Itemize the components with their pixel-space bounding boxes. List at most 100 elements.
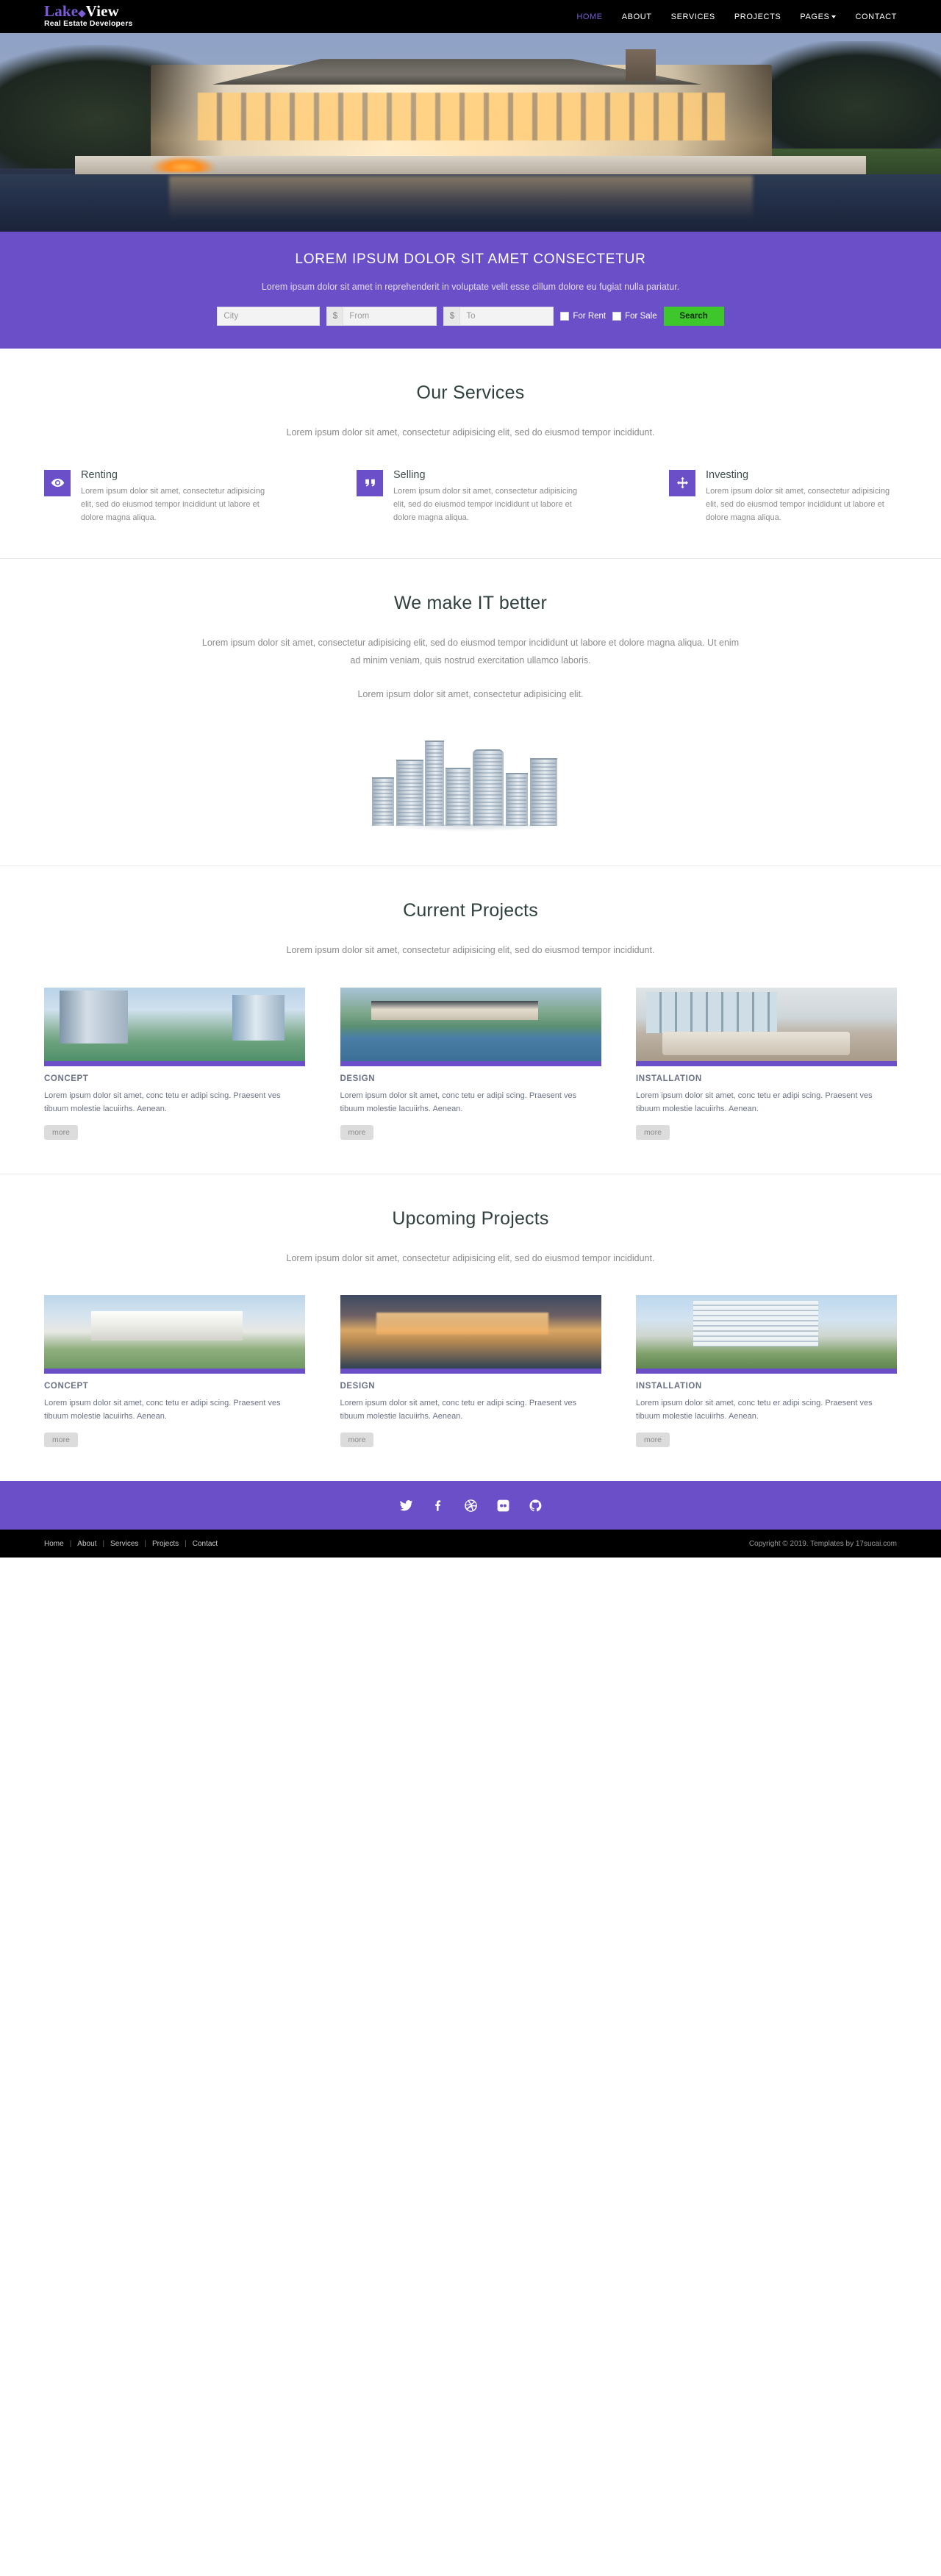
project-card[interactable]: INSTALLATION Lorem ipsum dolor sit amet,… bbox=[636, 988, 897, 1140]
about-title: We make IT better bbox=[393, 593, 548, 614]
project-accent-bar bbox=[636, 1061, 897, 1067]
city-skyline-image bbox=[368, 725, 573, 832]
project-title: DESIGN bbox=[340, 1074, 376, 1084]
checkbox-box-rent[interactable] bbox=[560, 312, 570, 321]
project-accent-bar bbox=[636, 1369, 897, 1374]
banner-headline: LOREM IPSUM DOLOR SIT AMET CONSECTETUR bbox=[295, 251, 646, 267]
project-title: DESIGN bbox=[340, 1382, 376, 1391]
services-list: Renting Lorem ipsum dolor sit amet, cons… bbox=[44, 468, 897, 524]
for-rent-label: For Rent bbox=[573, 312, 607, 321]
move-arrows-icon bbox=[669, 469, 695, 496]
checkbox-box-sale[interactable] bbox=[612, 312, 622, 321]
footer-separator: | bbox=[144, 1539, 147, 1548]
building-6 bbox=[505, 772, 529, 827]
footer-link-about[interactable]: About bbox=[77, 1540, 96, 1548]
footer-navigation: Home | About | Services | Projects | Con… bbox=[44, 1540, 218, 1548]
about-section: We make IT better Lorem ipsum dolor sit … bbox=[0, 559, 941, 866]
project-title: CONCEPT bbox=[44, 1074, 89, 1084]
quote-icon bbox=[357, 469, 383, 496]
currency-prefix-to: $ bbox=[443, 307, 460, 326]
project-more-button[interactable]: more bbox=[340, 1124, 374, 1140]
nav-item-pages[interactable]: PAGES bbox=[800, 12, 837, 21]
nav-item-contact[interactable]: CONTACT bbox=[855, 13, 897, 21]
footer-separator: | bbox=[102, 1539, 105, 1548]
project-text: Lorem ipsum dolor sit amet, conc tetu er… bbox=[340, 1091, 577, 1113]
hero-chimney bbox=[626, 49, 656, 81]
about-paragraph-1: Lorem ipsum dolor sit amet, consectetur … bbox=[201, 638, 740, 666]
current-projects-title: Current Projects bbox=[403, 900, 538, 921]
project-title: INSTALLATION bbox=[636, 1382, 702, 1391]
current-projects-lead: Lorem ipsum dolor sit amet, consectetur … bbox=[286, 945, 655, 956]
current-projects-section: Current Projects Lorem ipsum dolor sit a… bbox=[0, 866, 941, 1173]
footer-bar: Home | About | Services | Projects | Con… bbox=[0, 1530, 941, 1558]
project-more-button[interactable]: more bbox=[636, 1124, 670, 1140]
social-links-bar bbox=[0, 1481, 941, 1530]
site-logo[interactable]: Lake◆View Real Estate Developers bbox=[44, 4, 133, 29]
footer-link-services[interactable]: Services bbox=[110, 1540, 138, 1548]
service-title-renting: Renting bbox=[81, 468, 118, 481]
logo-tagline: Real Estate Developers bbox=[44, 19, 133, 29]
for-sale-checkbox[interactable]: For Sale bbox=[612, 307, 657, 326]
project-card[interactable]: DESIGN Lorem ipsum dolor sit amet, conc … bbox=[340, 988, 601, 1140]
service-title-investing: Investing bbox=[706, 468, 749, 481]
logo-diamond-icon: ◆ bbox=[78, 7, 86, 19]
service-title-selling: Selling bbox=[393, 468, 426, 481]
project-card[interactable]: DESIGN Lorem ipsum dolor sit amet, conc … bbox=[340, 1295, 601, 1448]
flickr-icon[interactable] bbox=[495, 1497, 511, 1513]
nav-item-projects[interactable]: PROJECTS bbox=[734, 13, 781, 21]
upcoming-projects-cards: CONCEPT Lorem ipsum dolor sit amet, conc… bbox=[44, 1295, 897, 1448]
twitter-icon[interactable] bbox=[398, 1497, 414, 1513]
upcoming-projects-title: Upcoming Projects bbox=[392, 1207, 549, 1229]
project-more-button[interactable]: more bbox=[636, 1433, 670, 1448]
logo-wordmark: Lake◆View bbox=[44, 4, 133, 19]
project-title: CONCEPT bbox=[44, 1382, 89, 1391]
footer-link-contact[interactable]: Contact bbox=[193, 1540, 218, 1548]
for-rent-checkbox[interactable]: For Rent bbox=[560, 307, 606, 326]
eye-icon bbox=[44, 469, 71, 496]
building-1 bbox=[371, 777, 395, 827]
project-card[interactable]: CONCEPT Lorem ipsum dolor sit amet, conc… bbox=[44, 1295, 305, 1448]
nav-item-home[interactable]: HOME bbox=[576, 13, 602, 21]
project-text: Lorem ipsum dolor sit amet, conc tetu er… bbox=[636, 1091, 873, 1113]
nav-item-services[interactable]: SERVICES bbox=[671, 13, 715, 21]
nav-item-pages-label: PAGES bbox=[800, 12, 830, 21]
search-button[interactable]: Search bbox=[663, 307, 724, 326]
skyline-shadow bbox=[384, 824, 557, 832]
project-thumbnail bbox=[44, 988, 305, 1062]
project-more-button[interactable]: more bbox=[44, 1433, 78, 1448]
services-title: Our Services bbox=[416, 382, 525, 403]
project-thumbnail bbox=[44, 1295, 305, 1369]
footer-link-home[interactable]: Home bbox=[44, 1540, 64, 1548]
footer-separator: | bbox=[185, 1539, 187, 1548]
project-accent-bar bbox=[44, 1061, 305, 1067]
chevron-down-icon bbox=[831, 15, 837, 18]
project-text: Lorem ipsum dolor sit amet, conc tetu er… bbox=[44, 1091, 281, 1113]
nav-item-about[interactable]: ABOUT bbox=[622, 13, 652, 21]
copyright-text: Copyright © 2019. Templates by 17sucai.c… bbox=[748, 1539, 897, 1548]
building-2 bbox=[396, 760, 423, 827]
project-card[interactable]: CONCEPT Lorem ipsum dolor sit amet, conc… bbox=[44, 988, 305, 1140]
price-to-group: $ To bbox=[443, 307, 554, 326]
project-card[interactable]: INSTALLATION Lorem ipsum dolor sit amet,… bbox=[636, 1295, 897, 1448]
project-title: INSTALLATION bbox=[636, 1074, 702, 1084]
facebook-icon[interactable] bbox=[430, 1497, 446, 1513]
hero-firepit bbox=[150, 156, 217, 172]
for-sale-label: For Sale bbox=[625, 312, 657, 321]
upcoming-projects-section: Upcoming Projects Lorem ipsum dolor sit … bbox=[0, 1174, 941, 1481]
service-card-selling: Selling Lorem ipsum dolor sit amet, cons… bbox=[357, 468, 584, 524]
price-from-group: $ From bbox=[326, 307, 437, 326]
price-to-input[interactable]: To bbox=[459, 307, 554, 326]
about-paragraph-2: Lorem ipsum dolor sit amet, consectetur … bbox=[357, 688, 584, 699]
price-from-input[interactable]: From bbox=[343, 307, 437, 326]
upcoming-projects-lead: Lorem ipsum dolor sit amet, consectetur … bbox=[286, 1252, 655, 1263]
project-thumbnail bbox=[636, 1295, 897, 1369]
site-header: Lake◆View Real Estate Developers HOME AB… bbox=[0, 0, 941, 33]
project-more-button[interactable]: more bbox=[44, 1124, 78, 1140]
github-icon[interactable] bbox=[527, 1497, 543, 1513]
service-text-investing: Lorem ipsum dolor sit amet, consectetur … bbox=[706, 486, 890, 522]
logo-text-lake: Lake bbox=[44, 2, 79, 21]
project-more-button[interactable]: more bbox=[340, 1433, 374, 1448]
footer-link-projects[interactable]: Projects bbox=[152, 1540, 179, 1548]
city-input[interactable]: City bbox=[217, 307, 321, 326]
dribbble-icon[interactable] bbox=[462, 1497, 479, 1513]
